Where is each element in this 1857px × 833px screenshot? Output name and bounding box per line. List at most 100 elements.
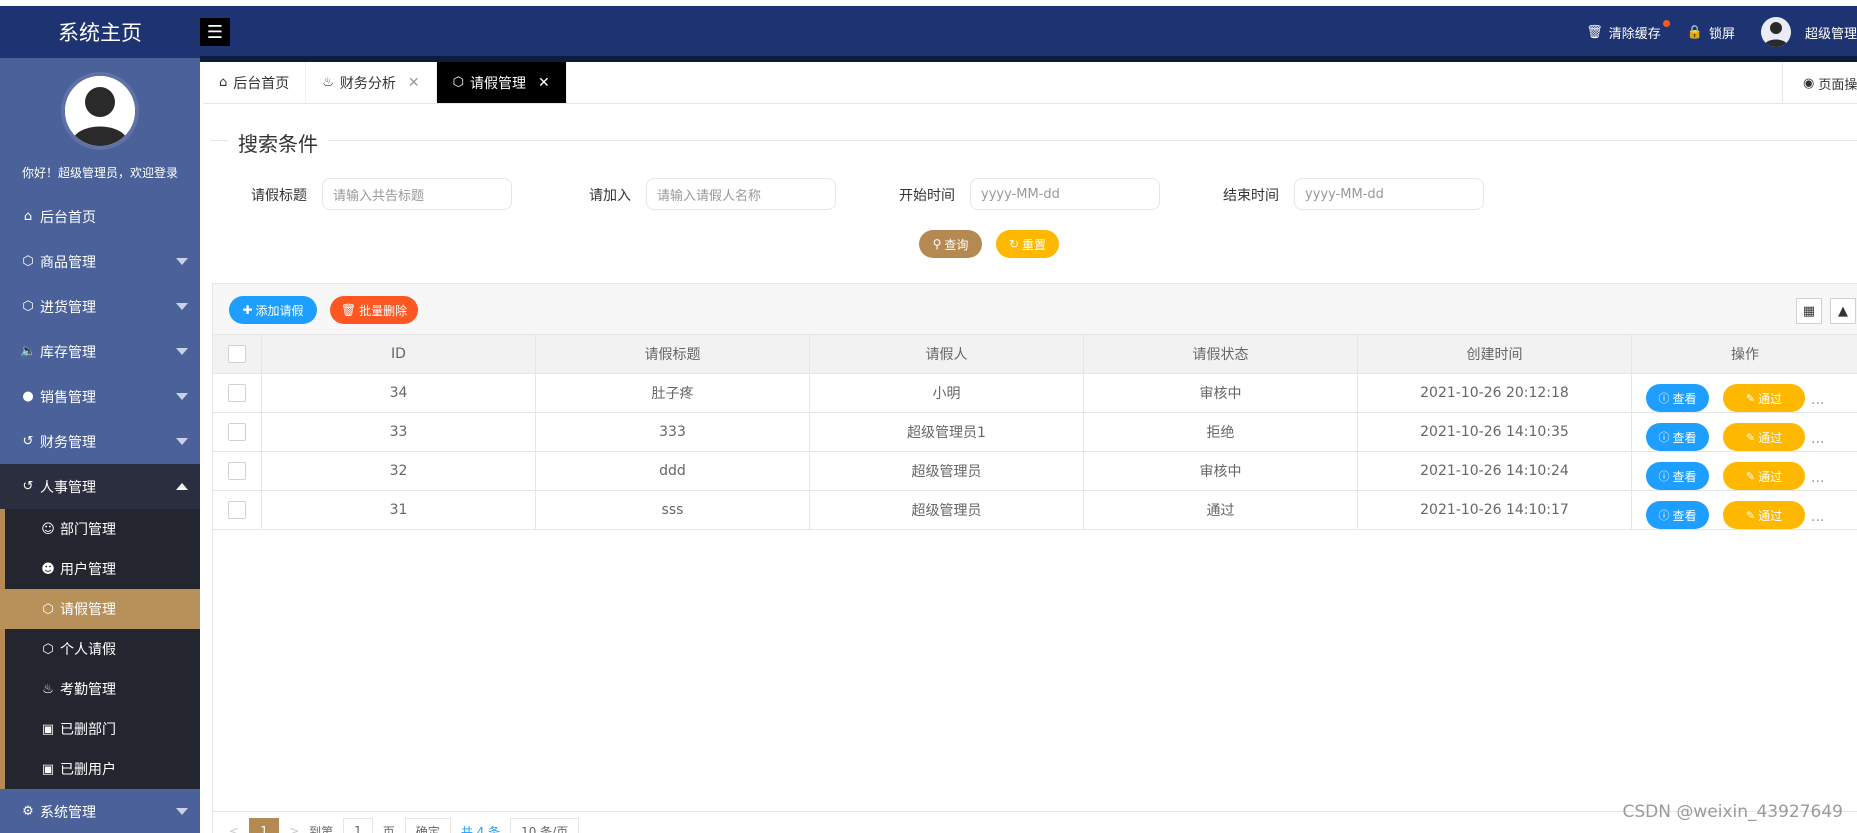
page-operations-button[interactable]: ◉ 页面操 [1782, 62, 1857, 104]
lock-screen-label: 锁屏 [1708, 26, 1735, 42]
tab-finance-analysis[interactable]: ♨ 财务分析 ✕ [306, 62, 437, 103]
header-id[interactable]: ID [262, 335, 536, 373]
approve-label: 通过 [1758, 508, 1783, 523]
menu-toggle-icon[interactable]: ☰ [200, 18, 230, 46]
page-operations-label: 页面操 [1818, 77, 1857, 93]
app-title[interactable]: 系统主页 [0, 6, 200, 58]
batch-delete-button[interactable]: 🗑 批量删除 [330, 296, 418, 324]
row-checkbox[interactable] [228, 384, 246, 402]
cell-title: sss [536, 491, 810, 529]
approve-button[interactable]: ✎ 通过 [1723, 501, 1805, 529]
query-button[interactable]: ⚲ 查询 [919, 230, 982, 258]
sidebar-item-home[interactable]: ⌂ 后台首页 [0, 194, 200, 239]
sidebar-subitem-label: 考勤管理 [60, 682, 116, 698]
row-select-cell [213, 413, 262, 451]
row-checkbox[interactable] [228, 501, 246, 519]
sidebar-item-sales[interactable]: ● 销售管理 [0, 374, 200, 419]
row-checkbox[interactable] [228, 423, 246, 441]
header-person[interactable]: 请假人 [810, 335, 1084, 373]
title-input[interactable]: 请输入共告标题 [322, 178, 512, 210]
page-size-select[interactable]: 10 条/页 [510, 818, 580, 833]
goto-confirm-button[interactable]: 确定 [404, 818, 451, 833]
export-icon[interactable]: ▲ [1830, 298, 1856, 324]
user-icon: ☻ [41, 561, 55, 577]
pagination: < 1 > 到第 1 页 确定 共 4 条 10 条/页 [229, 818, 589, 833]
sidebar-item-finance[interactable]: ↺ 财务管理 [0, 419, 200, 464]
view-button[interactable]: ⓘ 查看 [1646, 384, 1709, 412]
close-icon[interactable]: ✕ [408, 75, 420, 91]
approve-button[interactable]: ✎ 通过 [1723, 423, 1805, 451]
caret-down-icon [176, 393, 188, 400]
sidebar-item-inventory[interactable]: 🔈 库存管理 [0, 329, 200, 374]
more-actions[interactable]: ... [1811, 470, 1824, 486]
search-legend: 搜索条件 [228, 128, 328, 157]
cell-created: 2021-10-26 14:10:35 [1358, 413, 1632, 451]
search-buttons: ⚲ 查询 ↻ 重置 [210, 230, 1857, 260]
sidebar-item-personal-leave[interactable]: ⬡ 个人请假 [5, 629, 200, 669]
approve-button[interactable]: ✎ 通过 [1723, 462, 1805, 490]
goto-page-input[interactable]: 1 [343, 818, 373, 833]
clear-cache-button[interactable]: 🗑 清除缓存 [1586, 19, 1670, 42]
sidebar-item-leave[interactable]: ⬡ 请假管理 [0, 589, 200, 629]
approve-label: 通过 [1758, 430, 1783, 445]
cell-created: 2021-10-26 14:10:17 [1358, 491, 1632, 529]
next-page-button[interactable]: > [289, 824, 299, 833]
cube-icon: ⬡ [22, 254, 34, 269]
cell-status: 拒绝 [1084, 413, 1358, 451]
info-icon: ⓘ [1658, 392, 1670, 405]
sidebar-item-deleted-departments[interactable]: ▣ 已删部门 [5, 709, 200, 749]
view-button[interactable]: ⓘ 查看 [1646, 423, 1709, 451]
sidebar-item-system[interactable]: ⚙ 系统管理 [0, 789, 200, 833]
end-date-input[interactable]: yyyy-MM-dd [1294, 178, 1484, 210]
cell-actions: ⓘ 查看 ✎ 通过 ... [1632, 413, 1857, 451]
search-icon: ⚲ [932, 237, 942, 251]
prev-page-button[interactable]: < [229, 824, 239, 833]
header-actions-label: 操作 [1731, 347, 1759, 363]
close-icon[interactable]: ✕ [538, 75, 550, 91]
approve-button[interactable]: ✎ 通过 [1723, 384, 1805, 412]
clear-cache-label: 清除缓存 [1608, 26, 1661, 42]
header-title[interactable]: 请假标题 [536, 335, 810, 373]
user-name: 超级管理 [1804, 26, 1857, 42]
sidebar-item-goods[interactable]: ⬡ 商品管理 [0, 239, 200, 284]
view-button[interactable]: ⓘ 查看 [1646, 462, 1709, 490]
sidebar-item-users[interactable]: ☻ 用户管理 [5, 549, 200, 589]
sidebar-item-deleted-users[interactable]: ▣ 已删用户 [5, 749, 200, 789]
info-icon: ⓘ [1658, 470, 1670, 483]
gear-icon: ⚙ [22, 804, 34, 819]
header-status[interactable]: 请假状态 [1084, 335, 1358, 373]
cycle-icon: ↺ [22, 434, 34, 449]
view-label: 查看 [1672, 469, 1697, 484]
add-leave-label: 添加请假 [255, 303, 304, 318]
more-actions[interactable]: ... [1811, 431, 1824, 447]
reset-button[interactable]: ↻ 重置 [996, 230, 1059, 258]
sidebar-item-attendance[interactable]: ♨ 考勤管理 [5, 669, 200, 709]
lock-screen-button[interactable]: 🔒 锁屏 [1687, 23, 1735, 42]
sidebar-item-purchase[interactable]: ⬡ 进货管理 [0, 284, 200, 329]
columns-filter-icon[interactable]: ▦ [1796, 298, 1822, 324]
sidebar-item-hr[interactable]: ↺ 人事管理 [0, 464, 200, 509]
header-created[interactable]: 创建时间 [1358, 335, 1632, 373]
tab-home[interactable]: ⌂ 后台首页 [203, 62, 307, 103]
person-input[interactable]: 请输入请假人名称 [646, 178, 836, 210]
select-all-checkbox[interactable] [228, 345, 246, 363]
more-actions[interactable]: ... [1811, 509, 1824, 525]
header-actions: 🗑 清除缓存 🔒 锁屏 超级管理 [1586, 6, 1857, 58]
add-leave-button[interactable]: ✚ 添加请假 [229, 296, 317, 324]
table-header-row: ID 请假标题 请假人 请假状态 创建时间 操作 [213, 335, 1857, 374]
view-button[interactable]: ⓘ 查看 [1646, 501, 1709, 529]
current-page[interactable]: 1 [249, 818, 280, 833]
cell-id: 31 [262, 491, 536, 529]
more-actions[interactable]: ... [1811, 392, 1824, 408]
sidebar-item-department[interactable]: ☺ 部门管理 [5, 509, 200, 549]
tab-leave-management[interactable]: ⬡ 请假管理 ✕ [436, 62, 567, 103]
start-date-input[interactable]: yyyy-MM-dd [970, 178, 1160, 210]
tab-label: 请假管理 [470, 75, 527, 92]
user-menu[interactable]: 超级管理 [1760, 17, 1857, 47]
end-date-label: 结束时间 [1223, 188, 1279, 204]
row-checkbox[interactable] [228, 462, 246, 480]
table-row: 33 333 超级管理员1 拒绝 2021-10-26 14:10:35 ⓘ 查看… [213, 413, 1857, 452]
sidebar-item-label: 进货管理 [40, 299, 96, 316]
batch-delete-label: 批量删除 [359, 303, 408, 318]
cell-id: 33 [262, 413, 536, 451]
